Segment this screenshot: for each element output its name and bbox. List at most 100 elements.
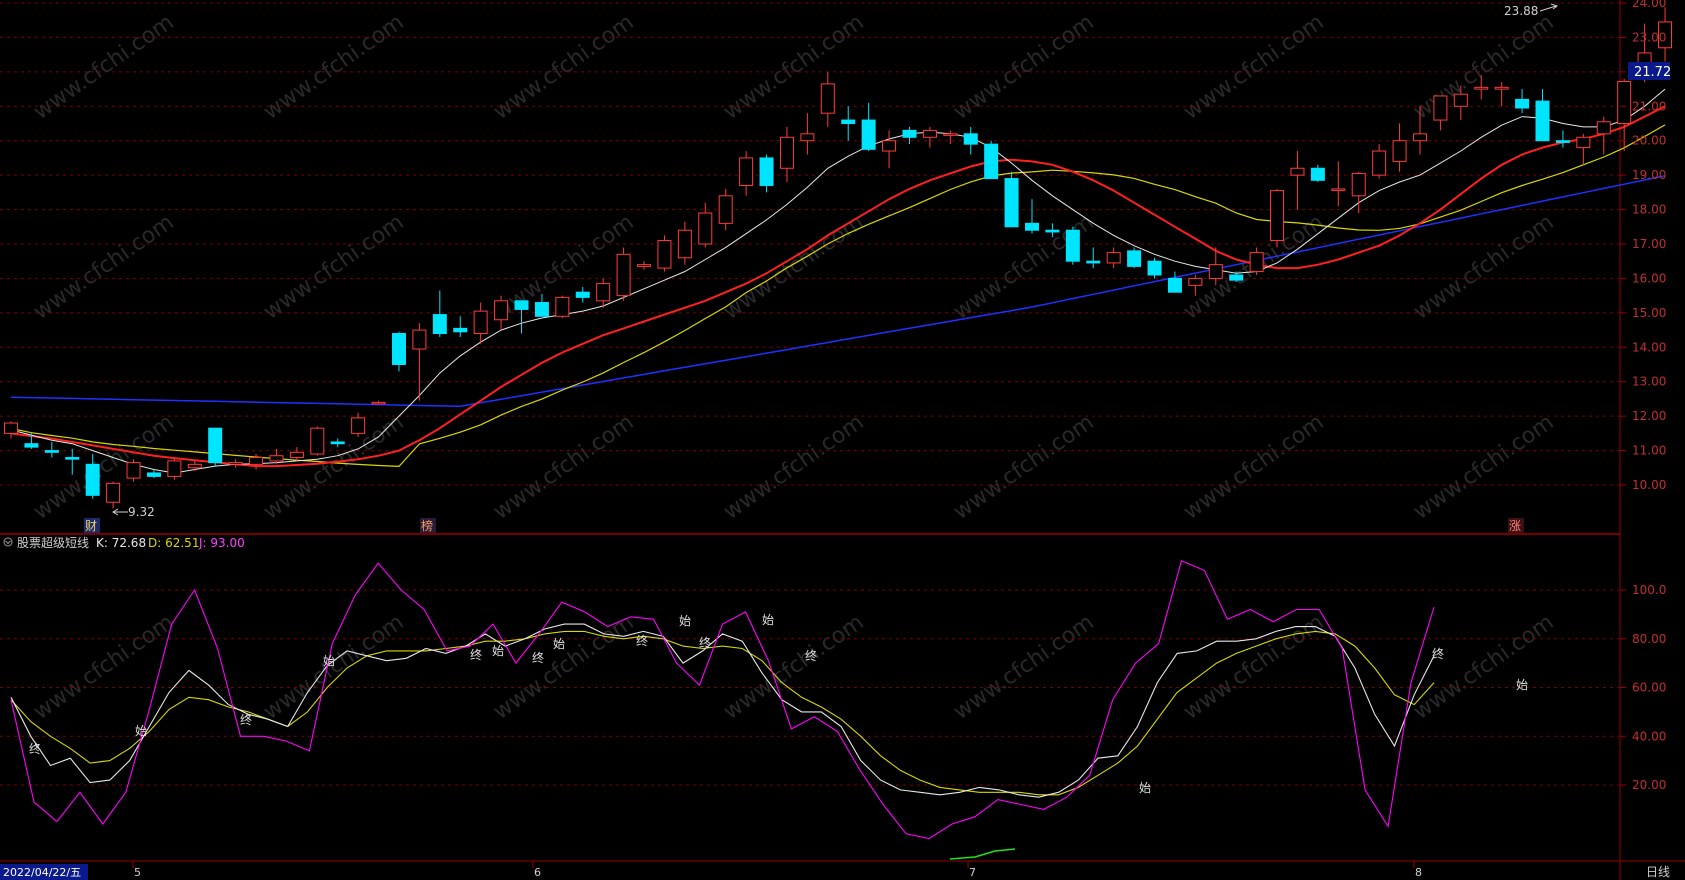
chart-canvas[interactable]: www.cfchi.com www.cfchi.com www.cfchi.com w… <box>0 0 1685 880</box>
candle[interactable] <box>596 278 611 308</box>
candle-body-up <box>800 133 815 142</box>
candle[interactable] <box>106 481 121 509</box>
candle[interactable] <box>351 412 366 437</box>
candle[interactable] <box>1372 144 1387 179</box>
candle[interactable] <box>371 400 386 405</box>
candle-body-up <box>1249 252 1264 273</box>
candle[interactable] <box>882 130 897 169</box>
candle[interactable] <box>1106 247 1121 269</box>
candle[interactable] <box>1576 133 1591 165</box>
candle[interactable] <box>1004 171 1019 228</box>
watermark-text: www.cfchi.com <box>949 10 1098 125</box>
candle[interactable] <box>902 126 917 145</box>
candle[interactable] <box>984 140 999 180</box>
high-arrow-icon <box>1539 3 1559 12</box>
candle[interactable] <box>167 457 182 480</box>
signal-end-label: 终 <box>29 741 41 756</box>
candle-body-up <box>1412 133 1427 142</box>
period-label[interactable]: 日线 <box>1646 865 1670 879</box>
candle[interactable] <box>1351 171 1366 214</box>
watermark-text: www.cfchi.com <box>949 610 1098 725</box>
candle[interactable] <box>1065 226 1080 265</box>
candle[interactable] <box>575 287 590 303</box>
candle[interactable] <box>1290 151 1305 210</box>
candle[interactable] <box>432 290 447 337</box>
watermark-text: www.cfchi.com <box>949 210 1098 325</box>
indicator-grid <box>0 589 1620 786</box>
candle[interactable] <box>1310 164 1325 183</box>
candle[interactable] <box>739 151 754 196</box>
candle[interactable] <box>963 126 978 155</box>
candle[interactable] <box>208 427 223 467</box>
candle[interactable] <box>820 71 835 127</box>
signal-start-label: 始 <box>1139 781 1151 795</box>
candle-body-down <box>1535 100 1550 142</box>
candle[interactable] <box>146 469 161 479</box>
watermark-text: www.cfchi.com <box>1409 410 1558 525</box>
indicator-name[interactable]: 股票超级短线 <box>17 535 89 550</box>
candle[interactable] <box>677 221 692 265</box>
indicator-axis: 100.0 80.00 60.00 40.00 20.00 <box>1620 583 1666 792</box>
candle[interactable] <box>289 447 304 461</box>
candle[interactable] <box>922 126 937 148</box>
candle-body-down <box>330 441 345 445</box>
candle[interactable] <box>1515 89 1530 114</box>
candle[interactable] <box>473 302 488 344</box>
price-tick-label: 14.00 <box>1632 340 1666 354</box>
candle[interactable] <box>841 106 856 141</box>
candle-body-up <box>922 129 937 138</box>
candle[interactable] <box>1270 188 1285 248</box>
indicator-tick-label: 20.00 <box>1632 778 1666 792</box>
candle[interactable] <box>1555 130 1570 148</box>
candle[interactable] <box>453 316 468 337</box>
candle[interactable] <box>1392 123 1407 172</box>
signal-end-label: 终 <box>805 648 817 663</box>
candle[interactable] <box>1127 247 1142 269</box>
candle[interactable] <box>1433 95 1448 131</box>
candle[interactable] <box>943 130 958 145</box>
signal-end-label: 终 <box>240 712 252 727</box>
candle[interactable] <box>718 188 733 231</box>
candle[interactable] <box>800 113 815 155</box>
marker-limit-up[interactable]: 涨 <box>1509 518 1521 533</box>
price-tick-label: 16.00 <box>1632 271 1666 285</box>
candle[interactable] <box>1331 161 1346 207</box>
candle[interactable] <box>1167 271 1182 293</box>
candle[interactable] <box>44 441 59 458</box>
candle[interactable] <box>779 126 794 183</box>
candle[interactable] <box>1147 257 1162 279</box>
candle-body-down <box>85 463 100 496</box>
candle[interactable] <box>4 421 18 439</box>
candle[interactable] <box>759 154 774 193</box>
candle[interactable] <box>1086 247 1101 269</box>
candle[interactable] <box>657 235 672 272</box>
candle[interactable] <box>494 295 509 331</box>
candle-body-up <box>1290 167 1305 176</box>
candle[interactable] <box>126 459 141 482</box>
candle[interactable] <box>514 300 529 334</box>
candle[interactable] <box>616 247 631 301</box>
watermark-text: www.cfchi.com <box>719 10 868 125</box>
candle[interactable] <box>1025 199 1039 234</box>
candle-body-up <box>473 310 488 335</box>
marker-ranking[interactable]: 榜 <box>421 518 433 533</box>
watermark-text: www.cfchi.com <box>29 210 178 325</box>
candle[interactable] <box>637 261 652 270</box>
candle[interactable] <box>412 323 427 401</box>
indicator-options-icon[interactable] <box>3 537 13 547</box>
candle[interactable] <box>1535 89 1550 142</box>
candle[interactable] <box>310 426 325 456</box>
marker-financial[interactable]: 财 <box>85 519 97 533</box>
candle[interactable] <box>391 331 406 372</box>
month-label-8: 8 <box>1415 866 1422 879</box>
candle[interactable] <box>228 459 243 468</box>
candle-body-up <box>1494 86 1509 90</box>
candle[interactable] <box>555 295 570 319</box>
candle-body-down <box>984 143 999 180</box>
candle[interactable] <box>861 102 876 152</box>
candle[interactable] <box>1494 82 1509 107</box>
watermark-text: www.cfchi.com <box>489 410 638 525</box>
ma10-line <box>10 105 1666 468</box>
month-label-7: 7 <box>969 866 976 879</box>
candle[interactable] <box>187 460 202 472</box>
